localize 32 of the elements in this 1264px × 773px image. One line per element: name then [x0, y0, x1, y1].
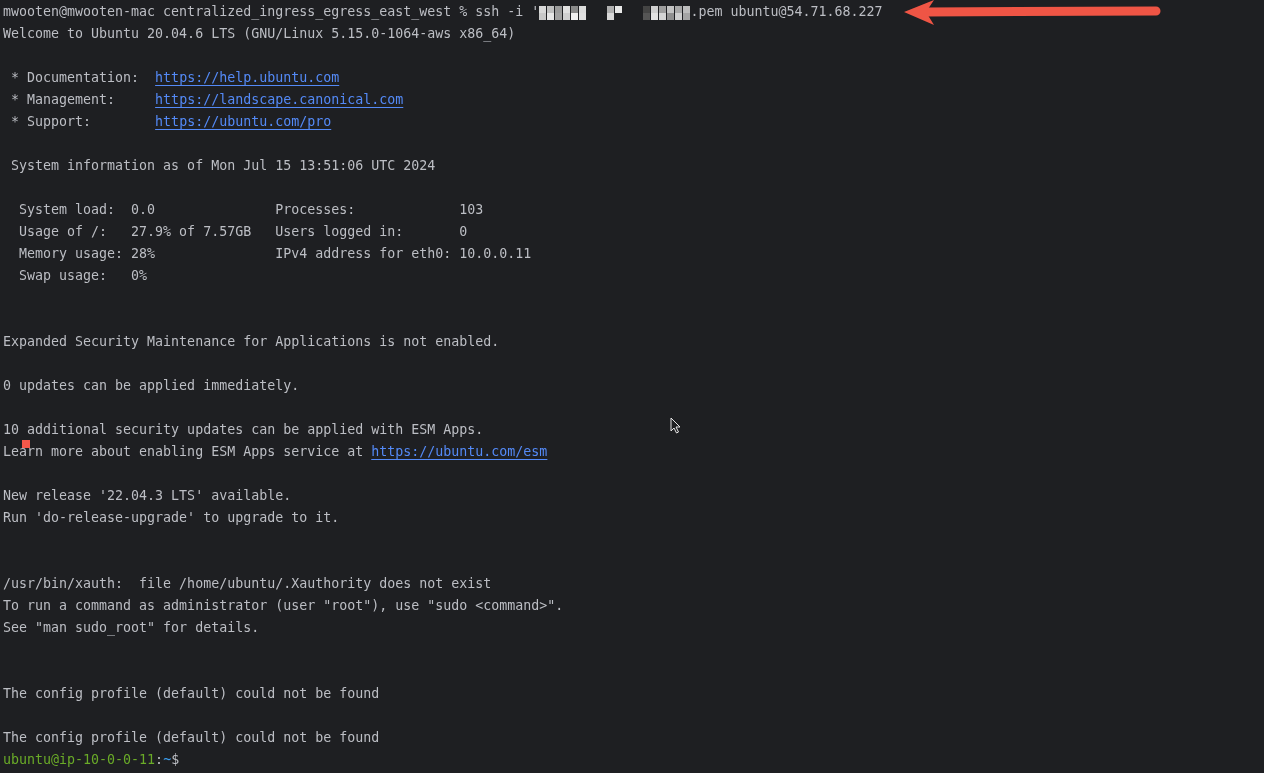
- terminal-text: * Support:: [10, 114, 93, 130]
- terminal-text: To run a command as administrator (user "root"), use "sudo <command>".: [3, 598, 564, 614]
- link[interactable]: https://help.ubuntu.com: [155, 70, 340, 86]
- terminal-text: New release '22.04.3 LTS' available.: [3, 488, 292, 504]
- terminal-text: 10 additional security updates can be applied with ESM Apps.: [3, 422, 484, 438]
- terminal-text: The config profile (default) could not be found: [3, 730, 380, 746]
- terminal-text: System information as of Mon Jul 15 13:51:06 UTC 2024: [10, 158, 436, 174]
- terminal-text: * Management:: [10, 92, 117, 108]
- terminal-text: Learn more about enabling ESM Apps service at: [3, 444, 365, 460]
- marker-square-icon: [22, 440, 30, 448]
- terminal-text: .pem ubuntu@54.71.68.227: [690, 4, 883, 20]
- terminal-text: :: [155, 752, 164, 768]
- terminal-text: $: [171, 752, 180, 768]
- prompt-path: ~: [163, 752, 172, 768]
- terminal-text: 0 updates can be applied immediately.: [3, 378, 300, 394]
- terminal-text: See "man sudo_root" for details.: [3, 620, 260, 636]
- terminal-text: Expanded Security Maintenance for Applications is not enabled.: [3, 334, 500, 350]
- terminal-text: mwooten@mwooten-mac centralized_ingress_egress_east_west % ssh -i ': [3, 4, 540, 20]
- link[interactable]: https://landscape.canonical.com: [155, 92, 404, 108]
- link[interactable]: https://ubuntu.com/pro: [155, 114, 332, 130]
- terminal-text: Run 'do-release-upgrade' to upgrade to it.: [3, 510, 340, 526]
- prompt-user-host: ubuntu@ip-10-0-0-11: [3, 752, 156, 768]
- terminal-text: * Documentation:: [10, 70, 141, 86]
- mouse-pointer-icon: [670, 417, 681, 434]
- link[interactable]: https://ubuntu.com/esm: [371, 444, 548, 460]
- terminal-text: Welcome to Ubuntu 20.04.6 LTS (GNU/Linux 5.15.0-1064-aws x86_64): [3, 26, 516, 42]
- terminal-text: System load: 0.0 Processes: 103: [18, 202, 484, 218]
- terminal-text: Swap usage: 0%: [18, 268, 148, 284]
- terminal-text: /usr/bin/xauth: file /home/ubuntu/.Xauthority does not exist: [3, 576, 492, 592]
- terminal-text: Memory usage: 28% IPv4 address for eth0: 10.0.0.11: [18, 246, 532, 262]
- terminal-text: Usage of /: 27.9% of 7.57GB Users logged in: 0: [18, 224, 468, 240]
- terminal-text: The config profile (default) could not be found: [3, 686, 380, 702]
